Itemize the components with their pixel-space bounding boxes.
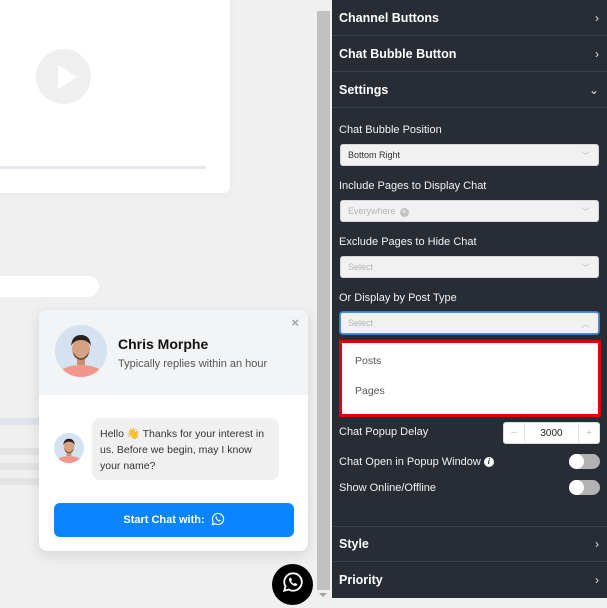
bubble-position-value: Bottom Right xyxy=(348,150,401,160)
agent-status: Typically replies within an hour xyxy=(118,358,268,370)
post-type-label: Or Display by Post Type xyxy=(339,292,457,304)
preview-scrollbar[interactable] xyxy=(317,11,330,590)
increment-button[interactable]: + xyxy=(579,423,599,443)
remove-tag-icon[interactable]: × xyxy=(399,207,409,217)
placeholder-line xyxy=(0,463,40,470)
placeholder-line xyxy=(0,418,40,425)
online-offline-label: Show Online/Offline xyxy=(339,482,437,494)
online-offline-toggle[interactable] xyxy=(569,480,600,495)
chevron-down-icon: ⌄ xyxy=(588,82,599,97)
whatsapp-icon xyxy=(211,512,225,529)
dropdown-option-pages[interactable]: Pages xyxy=(355,385,385,397)
section-settings[interactable]: Settings ⌄ xyxy=(332,72,607,108)
section-channel-buttons[interactable]: Channel Buttons › xyxy=(332,0,607,36)
chevron-right-icon: › xyxy=(595,573,599,587)
chevron-down-icon: ﹀ xyxy=(580,150,590,161)
post-type-dropdown: Posts Pages xyxy=(339,340,601,417)
whatsapp-fab-button[interactable] xyxy=(272,564,313,605)
start-chat-button[interactable]: Start Chat with: xyxy=(54,503,294,537)
panel-bottom-gap xyxy=(332,598,607,608)
popup-delay-label: Chat Popup Delay xyxy=(339,426,429,438)
include-pages-select[interactable]: Everywhere × ﹀ xyxy=(340,200,599,222)
section-style[interactable]: Style › xyxy=(332,526,607,562)
chat-header: Chris Morphe Typically replies within an… xyxy=(39,310,308,395)
app-window: Chris Morphe Typically replies within an… xyxy=(0,0,607,608)
exclude-pages-placeholder: Select xyxy=(348,262,374,272)
placeholder-pill xyxy=(0,276,99,297)
close-icon[interactable]: × xyxy=(291,315,299,330)
chat-popup: Chris Morphe Typically replies within an… xyxy=(39,310,308,551)
section-label: Style xyxy=(339,537,369,551)
message-avatar xyxy=(54,433,84,463)
section-label: Channel Buttons xyxy=(339,10,439,25)
chevron-right-icon: › xyxy=(595,537,599,551)
info-icon[interactable]: i xyxy=(483,457,494,468)
welcome-message: Hello 👋 Thanks for your interest in us. … xyxy=(92,418,279,480)
post-type-select[interactable]: Select ︿ xyxy=(340,312,599,334)
decrement-button[interactable]: − xyxy=(504,423,524,443)
bubble-position-select[interactable]: Bottom Right ﹀ xyxy=(340,144,599,166)
chevron-up-icon: ︿ xyxy=(580,318,590,329)
chevron-right-icon: › xyxy=(595,10,599,25)
section-label: Priority xyxy=(339,573,383,587)
play-icon[interactable] xyxy=(36,49,91,104)
include-pages-tag: Everywhere xyxy=(348,205,396,216)
popup-delay-input[interactable]: 3000 xyxy=(524,423,579,443)
settings-panel: Channel Buttons › Chat Bubble Button › S… xyxy=(332,0,607,598)
section-label: Chat Bubble Button xyxy=(339,46,457,61)
start-chat-label: Start Chat with: xyxy=(123,514,205,526)
exclude-pages-select[interactable]: Select ﹀ xyxy=(340,256,599,278)
exclude-pages-label: Exclude Pages to Hide Chat xyxy=(339,236,477,248)
popup-window-label: Chat Open in Popup Window i xyxy=(339,456,494,468)
post-type-placeholder: Select xyxy=(348,318,374,328)
video-placeholder-card xyxy=(0,0,230,193)
section-priority[interactable]: Priority › xyxy=(332,562,607,598)
bubble-position-label: Chat Bubble Position xyxy=(339,124,442,136)
chevron-down-icon: ﹀ xyxy=(580,206,590,217)
video-progress-line xyxy=(0,166,206,169)
popup-delay-stepper: − 3000 + xyxy=(503,422,600,444)
whatsapp-icon xyxy=(282,571,304,598)
placeholder-line xyxy=(0,478,40,485)
chevron-right-icon: › xyxy=(595,46,599,61)
include-pages-label: Include Pages to Display Chat xyxy=(339,180,487,192)
placeholder-line xyxy=(0,448,40,455)
agent-avatar xyxy=(55,325,107,377)
agent-name: Chris Morphe xyxy=(118,336,209,352)
dropdown-option-posts[interactable]: Posts xyxy=(355,355,381,367)
section-label: Settings xyxy=(339,82,389,97)
chevron-down-icon: ﹀ xyxy=(580,262,590,273)
popup-window-toggle[interactable] xyxy=(569,454,600,469)
scroll-down-arrow-icon[interactable] xyxy=(319,593,327,597)
section-chat-bubble-button[interactable]: Chat Bubble Button › xyxy=(332,36,607,72)
popup-window-label-text: Chat Open in Popup Window xyxy=(339,456,481,468)
